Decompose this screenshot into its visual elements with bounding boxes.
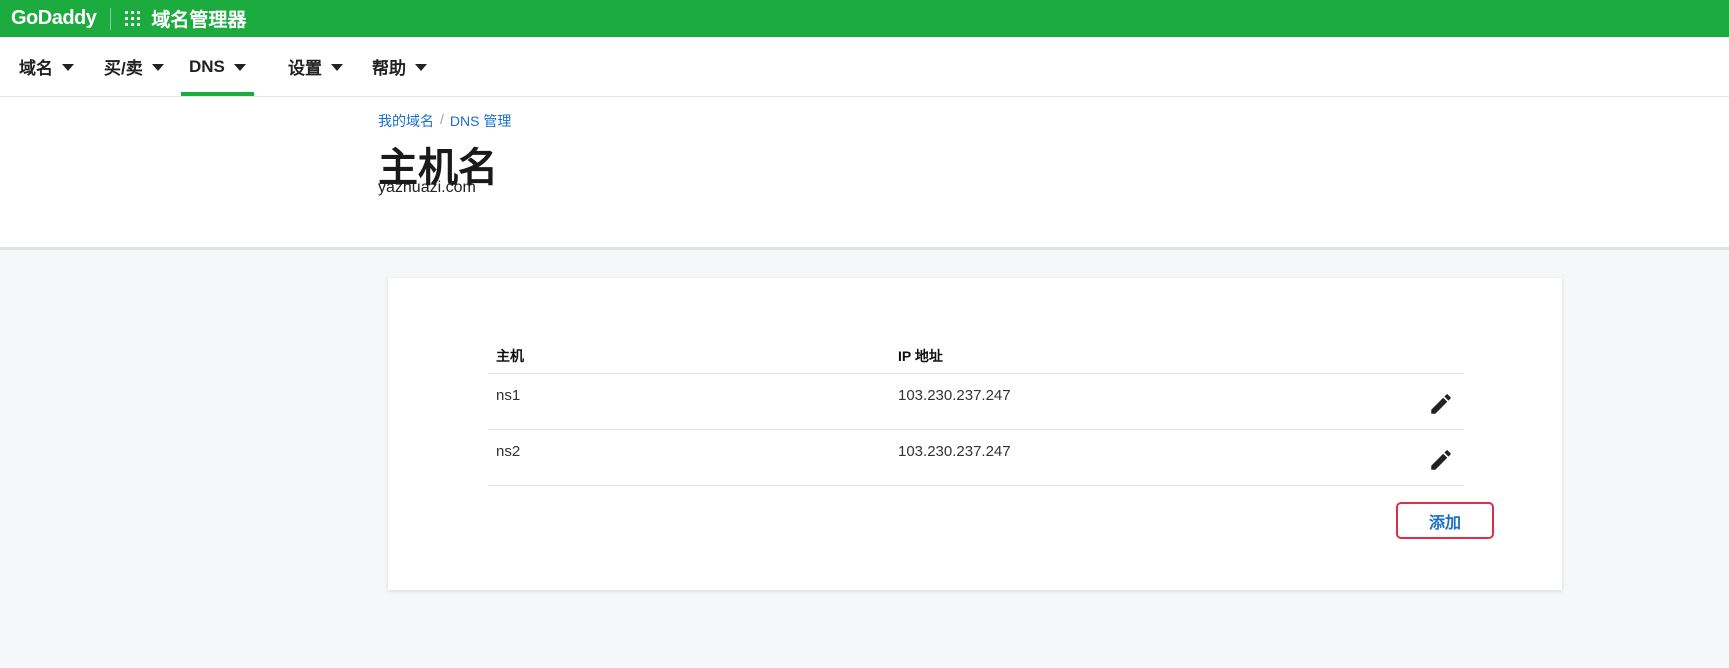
table-row: ns1 103.230.237.247 <box>488 374 1464 430</box>
ip-cell: 103.230.237.247 <box>898 443 1011 460</box>
caret-down-icon <box>62 64 74 71</box>
godaddy-logo[interactable]: GoDaddy <box>11 7 97 30</box>
host-cell: ns2 <box>496 443 521 460</box>
nav-item-settings[interactable]: 设置 <box>288 37 343 96</box>
column-header-ip: IP 地址 <box>898 348 943 364</box>
top-bar: GoDaddy 域名管理器 <box>0 0 1729 37</box>
pencil-edit-icon[interactable] <box>1428 391 1454 417</box>
caret-down-icon <box>331 64 343 71</box>
nav-item-label: 买/卖 <box>104 59 143 78</box>
divider <box>110 7 112 30</box>
domain-name: yazhuazi.com <box>378 179 476 196</box>
nav-item-dns[interactable]: DNS <box>181 37 254 96</box>
nav-item-label: 域名 <box>19 59 53 78</box>
breadcrumb-my-domains[interactable]: 我的域名 <box>378 111 434 131</box>
breadcrumb-separator: / <box>440 111 444 127</box>
table-header: 主机 IP 地址 <box>488 338 1464 374</box>
table-row: ns2 103.230.237.247 <box>488 430 1464 486</box>
apps-grid-icon[interactable] <box>125 10 141 27</box>
nav-item-help[interactable]: 帮助 <box>372 37 427 96</box>
nav-item-label: DNS <box>189 56 225 76</box>
nav-item-label: 设置 <box>288 59 322 78</box>
breadcrumb: 我的域名 / DNS 管理 <box>378 111 511 131</box>
caret-down-icon <box>151 64 164 71</box>
nav-item-label: 帮助 <box>372 59 406 78</box>
hostnames-card: 主机 IP 地址 ns1 103.230.237.247 ns2 103.230… <box>388 278 1562 590</box>
caret-down-icon <box>233 64 246 71</box>
main-nav: 域名 买/卖 DNS 设置 帮助 <box>0 37 1729 97</box>
column-header-host: 主机 <box>496 348 524 364</box>
host-cell: ns1 <box>496 387 521 404</box>
page-header: 我的域名 / DNS 管理 主机名 yazhuazi.com <box>0 97 1729 250</box>
add-hostname-button[interactable]: 添加 <box>1396 502 1494 539</box>
nav-item-buy-sell[interactable]: 买/卖 <box>104 37 164 96</box>
ip-cell: 103.230.237.247 <box>898 387 1011 404</box>
nav-item-domains[interactable]: 域名 <box>19 37 74 96</box>
app-title[interactable]: 域名管理器 <box>151 5 246 32</box>
caret-down-icon <box>415 64 427 71</box>
pencil-edit-icon[interactable] <box>1428 447 1454 473</box>
hostnames-table: 主机 IP 地址 ns1 103.230.237.247 ns2 103.230… <box>488 338 1464 486</box>
breadcrumb-dns-management[interactable]: DNS 管理 <box>450 111 511 131</box>
